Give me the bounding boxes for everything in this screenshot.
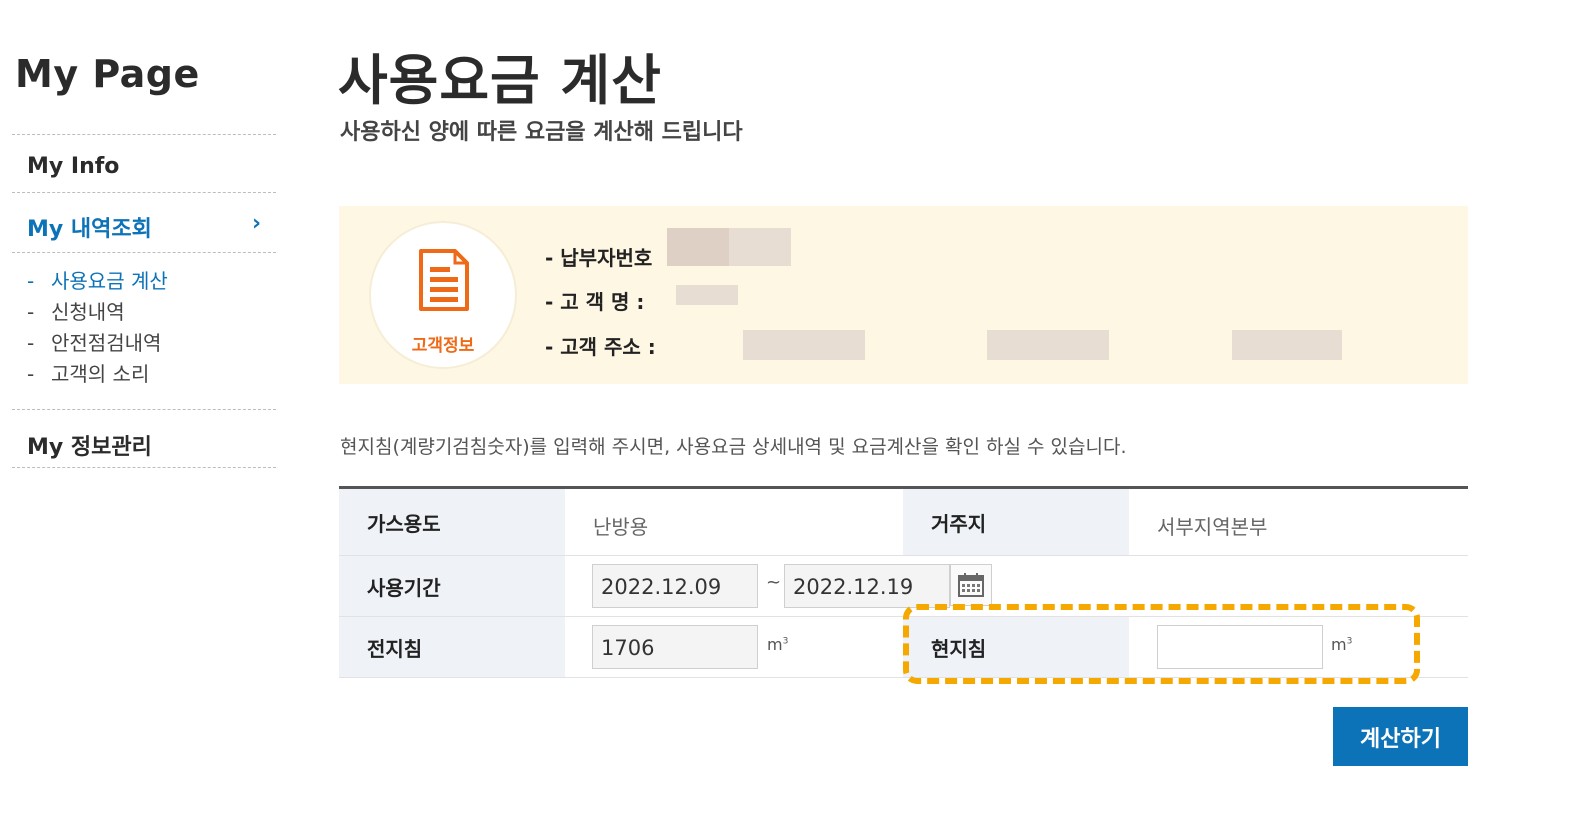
page-title: 사용요금 계산 — [338, 49, 662, 112]
submenu-applications[interactable]: - 신청내역 — [27, 297, 168, 328]
divider — [12, 252, 276, 253]
redacted-value — [803, 330, 865, 360]
document-icon — [419, 249, 469, 315]
gas-use-value: 난방용 — [593, 515, 649, 539]
unit-label: m — [767, 635, 783, 654]
redacted-value — [676, 285, 738, 305]
nav-my-info[interactable]: My Info — [27, 154, 119, 179]
submenu-label: 사용요금 계산 — [51, 269, 168, 293]
submenu-label: 안전점검내역 — [51, 331, 162, 355]
residence-value: 서부지역본부 — [1157, 515, 1268, 539]
unit-label: m — [1331, 635, 1347, 654]
redacted-value — [743, 330, 803, 360]
redacted-value — [1232, 330, 1342, 360]
calendar-icon — [958, 573, 984, 597]
curr-reading-input[interactable] — [1157, 625, 1323, 669]
period-start-field[interactable]: 2022.12.09 — [592, 564, 758, 608]
period-label: 사용기간 — [339, 556, 565, 616]
unit-cubic-meter: m3 — [767, 635, 788, 654]
bullet-dash: - — [27, 269, 35, 293]
sidebar-title: My Page — [15, 52, 200, 96]
customer-address-label: - 고객 주소 : — [545, 335, 656, 359]
fee-calc-form: 가스용도 난방용 거주지 서부지역본부 사용기간 2022.12.09 ~ 20… — [339, 486, 1468, 678]
row-period: 사용기간 2022.12.09 ~ 2022.12.19 — [339, 556, 1468, 617]
submenu-safety-check[interactable]: - 안전점검내역 — [27, 328, 168, 359]
submenu-fee-calc[interactable]: - 사용요금 계산 — [27, 266, 168, 297]
divider — [12, 192, 276, 193]
unit-superscript: 3 — [782, 636, 789, 647]
instruction-text: 현지침(계량기검침숫자)를 입력해 주시면, 사용요금 상세내역 및 요금계산을… — [340, 436, 1127, 458]
curr-reading-label: 현지침 — [903, 617, 1129, 677]
bullet-dash: - — [27, 300, 35, 324]
unit-superscript: 3 — [1346, 636, 1353, 647]
divider — [12, 467, 276, 468]
redacted-value — [729, 228, 791, 266]
redacted-value — [667, 228, 729, 266]
unit-cubic-meter: m3 — [1331, 635, 1352, 654]
page-subtitle: 사용하신 양에 따른 요금을 계산해 드립니다 — [340, 120, 743, 145]
badge-label: 고객정보 — [411, 336, 475, 356]
submenu-label: 고객의 소리 — [51, 362, 150, 386]
gas-use-label: 가스용도 — [339, 489, 565, 555]
customer-info-box: 고객정보 - 납부자번호 - 고 객 명 : - 고객 주소 : — [339, 206, 1468, 384]
divider — [12, 134, 276, 135]
prev-reading-label: 전지침 — [339, 617, 565, 677]
customer-badge: 고객정보 — [369, 221, 517, 369]
payer-number-label: - 납부자번호 — [545, 246, 653, 270]
calculate-button[interactable]: 계산하기 — [1333, 707, 1468, 766]
row-gas-use: 가스용도 난방용 거주지 서부지역본부 — [339, 489, 1468, 556]
nav-history[interactable]: My 내역조회 — [27, 211, 152, 243]
redacted-value — [1049, 330, 1109, 360]
residence-label: 거주지 — [903, 489, 1129, 555]
bullet-dash: - — [27, 362, 35, 386]
row-readings: 전지침 1706 m3 현지침 m3 — [339, 617, 1468, 678]
period-separator: ~ — [766, 572, 782, 593]
nav-profile[interactable]: My 정보관리 — [27, 429, 152, 461]
calendar-button[interactable] — [950, 564, 992, 606]
period-end-field[interactable]: 2022.12.19 — [784, 564, 950, 608]
submenu-customer-voice[interactable]: - 고객의 소리 — [27, 359, 168, 390]
history-submenu: - 사용요금 계산 - 신청내역 - 안전점검내역 - 고객의 소리 — [27, 266, 168, 390]
divider — [12, 409, 276, 410]
redacted-value — [987, 330, 1049, 360]
chevron-right-icon: › — [252, 211, 262, 236]
bullet-dash: - — [27, 331, 35, 355]
customer-name-label: - 고 객 명 : — [545, 290, 645, 314]
submenu-label: 신청내역 — [51, 300, 125, 324]
prev-reading-field[interactable]: 1706 — [592, 625, 758, 669]
